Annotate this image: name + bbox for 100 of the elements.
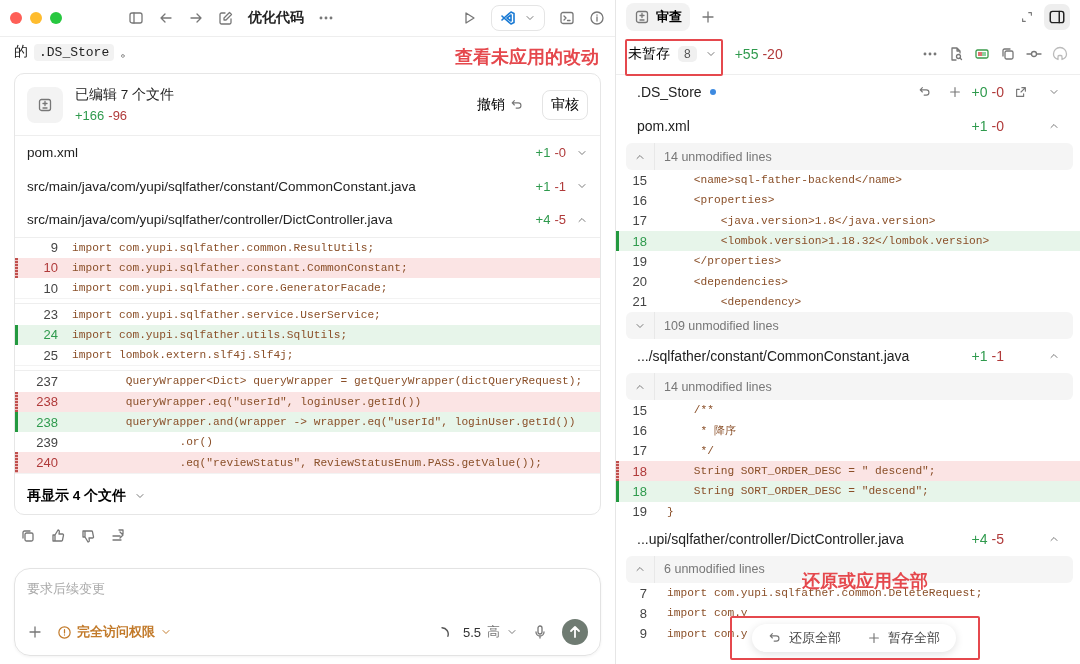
thumbs-down-icon[interactable] bbox=[80, 527, 96, 544]
file-row[interactable]: ...upi/sqlfather/controller/DictController.java +4 -5 bbox=[616, 521, 1080, 556]
split-view-icon[interactable] bbox=[974, 46, 990, 62]
close-button[interactable] bbox=[10, 12, 22, 24]
added-count: +0 bbox=[971, 84, 988, 100]
line-number: 7 bbox=[638, 585, 648, 601]
removed-count: -0 bbox=[554, 145, 566, 161]
expand-icon[interactable] bbox=[1020, 10, 1034, 24]
code-text: } bbox=[667, 505, 674, 518]
stage-all-button[interactable]: 暂存全部 bbox=[867, 629, 940, 647]
code-text: * 降序 bbox=[699, 424, 736, 438]
copy-icon[interactable] bbox=[20, 527, 36, 544]
added-count: +1 bbox=[535, 145, 551, 161]
file-row[interactable]: .DS_Store +0 -0 bbox=[616, 75, 1080, 109]
open-external-icon[interactable] bbox=[1014, 85, 1028, 99]
code-text: <lombok.version>1.18.32</lombok.version> bbox=[719, 235, 990, 248]
undo-icon bbox=[510, 97, 524, 112]
minimize-button[interactable] bbox=[30, 12, 42, 24]
unmodified-lines-bar[interactable]: 14 unmodified lines bbox=[626, 373, 1073, 401]
code-editor-icon bbox=[500, 10, 516, 26]
line-number: 24 bbox=[42, 327, 59, 343]
added-count: +1 bbox=[971, 118, 988, 134]
window-title: 优化代码 bbox=[248, 9, 304, 27]
line-number: 237 bbox=[35, 373, 59, 389]
line-number: 18 bbox=[631, 483, 648, 499]
sidebar-icon[interactable] bbox=[128, 10, 144, 26]
fold-label: 14 unmodified lines bbox=[663, 149, 772, 164]
line-number: 18 bbox=[631, 463, 648, 479]
added-count: +4 bbox=[535, 212, 551, 228]
editor-picker[interactable] bbox=[491, 5, 545, 31]
line-number: 19 bbox=[631, 504, 648, 520]
line-number: 17 bbox=[631, 213, 648, 229]
line-number: 15 bbox=[631, 402, 648, 418]
panel-icon bbox=[1048, 8, 1066, 26]
file-row[interactable]: pom.xml +1 -0 bbox=[15, 136, 600, 170]
file-name: pom.xml bbox=[637, 118, 690, 134]
line-number: 16 bbox=[631, 192, 648, 208]
inline-code: .DS_Store bbox=[34, 43, 115, 61]
fold-label: 14 unmodified lines bbox=[663, 379, 772, 394]
share-icon[interactable] bbox=[110, 527, 126, 544]
code-text: String SORT_ORDER_DESC = "descend"; bbox=[692, 485, 929, 498]
model-dropdown[interactable]: 5.5 高 bbox=[462, 623, 518, 641]
diff-icon bbox=[634, 9, 650, 25]
removed-count: -96 bbox=[108, 108, 128, 123]
line-number: 19 bbox=[631, 253, 648, 269]
info-icon[interactable] bbox=[589, 10, 605, 26]
revert-all-button[interactable]: 还原全部 bbox=[768, 629, 841, 647]
code-text: import com.yupi.sqlfather.common.DeleteRequest; bbox=[667, 587, 983, 599]
fold-label: 6 unmodified lines bbox=[663, 562, 765, 577]
code-text: <properties> bbox=[692, 194, 775, 207]
zoom-button[interactable] bbox=[50, 12, 62, 24]
input-field[interactable]: 要求后续变更 bbox=[27, 579, 588, 598]
code-text: <dependencies> bbox=[692, 275, 788, 288]
card-title: 已编辑 7 个文件 bbox=[75, 86, 174, 104]
message-text: 。 bbox=[120, 43, 135, 61]
annotation-text: 查看未应用的改动 bbox=[455, 46, 599, 69]
panel-toggle-button[interactable] bbox=[1044, 4, 1070, 30]
code-text: /** bbox=[692, 404, 714, 417]
review-tab[interactable]: 审查 bbox=[626, 3, 690, 31]
file-name: .../sqlfather/constant/CommonConstant.java bbox=[637, 348, 910, 365]
undo-icon[interactable] bbox=[917, 85, 932, 99]
added-count: +1 bbox=[535, 178, 551, 194]
line-number: 10 bbox=[42, 280, 59, 296]
plus-icon[interactable] bbox=[700, 9, 716, 25]
file-row[interactable]: pom.xml +1 -0 bbox=[616, 109, 1080, 143]
added-count: +4 bbox=[971, 530, 988, 547]
microphone-icon[interactable] bbox=[532, 624, 548, 640]
line-number: 8 bbox=[638, 605, 648, 621]
code-text: import lombok.extern.slf4j.Slf4j; bbox=[72, 349, 294, 362]
thumbs-up-icon[interactable] bbox=[50, 527, 66, 544]
added-count: +166 bbox=[75, 108, 105, 123]
plus-icon[interactable] bbox=[947, 85, 962, 99]
code-text: </properties> bbox=[692, 255, 782, 268]
removed-count: -1 bbox=[991, 348, 1004, 365]
line-number: 240 bbox=[35, 455, 59, 471]
file-row[interactable]: .../sqlfather/constant/CommonConstant.java +1 -1 bbox=[616, 339, 1080, 374]
code-text: QueryWrapper<Dict> queryWrapper = getQueryWrapper(dictQueryRequest); bbox=[124, 375, 583, 388]
plus-icon[interactable] bbox=[27, 624, 43, 640]
file-row[interactable]: src/main/java/com/yupi/sqlfather/constant/CommonConstant.java +1 -1 bbox=[15, 169, 600, 203]
message-text: 的 bbox=[14, 43, 28, 61]
terminal-icon[interactable] bbox=[559, 10, 575, 26]
removed-count: -5 bbox=[991, 530, 1004, 547]
undo-button[interactable]: 撤销 bbox=[471, 91, 530, 118]
line-number: 15 bbox=[631, 172, 648, 188]
code-text: .eq("reviewStatus", ReviewStatusEnum.PASS.getValue()); bbox=[178, 456, 542, 469]
code-text: */ bbox=[699, 444, 714, 457]
file-row[interactable]: src/main/java/com/yupi/sqlfather/controller/DictController.java +4 -5 bbox=[15, 203, 600, 237]
file-search-icon[interactable] bbox=[948, 46, 964, 62]
status-dropdown[interactable]: 未暂存 8 bbox=[628, 45, 717, 63]
review-button[interactable]: 审核 bbox=[542, 89, 588, 120]
github-icon[interactable] bbox=[1052, 46, 1068, 62]
send-button[interactable] bbox=[562, 619, 588, 645]
show-more-button[interactable]: 再显示 4 个文件 bbox=[15, 477, 158, 514]
line-number: 21 bbox=[631, 294, 648, 310]
code-text: import com.yupi.sqlfather.constant.CommonConstant; bbox=[72, 261, 408, 274]
code-text: <name>sql-father-backend</name> bbox=[692, 174, 902, 187]
compose-icon[interactable] bbox=[218, 10, 234, 26]
copy-icon[interactable] bbox=[1000, 46, 1016, 62]
unmodified-lines-bar[interactable]: 109 unmodified lines bbox=[626, 312, 1073, 340]
unmodified-lines-bar[interactable]: 14 unmodified lines bbox=[626, 143, 1073, 170]
